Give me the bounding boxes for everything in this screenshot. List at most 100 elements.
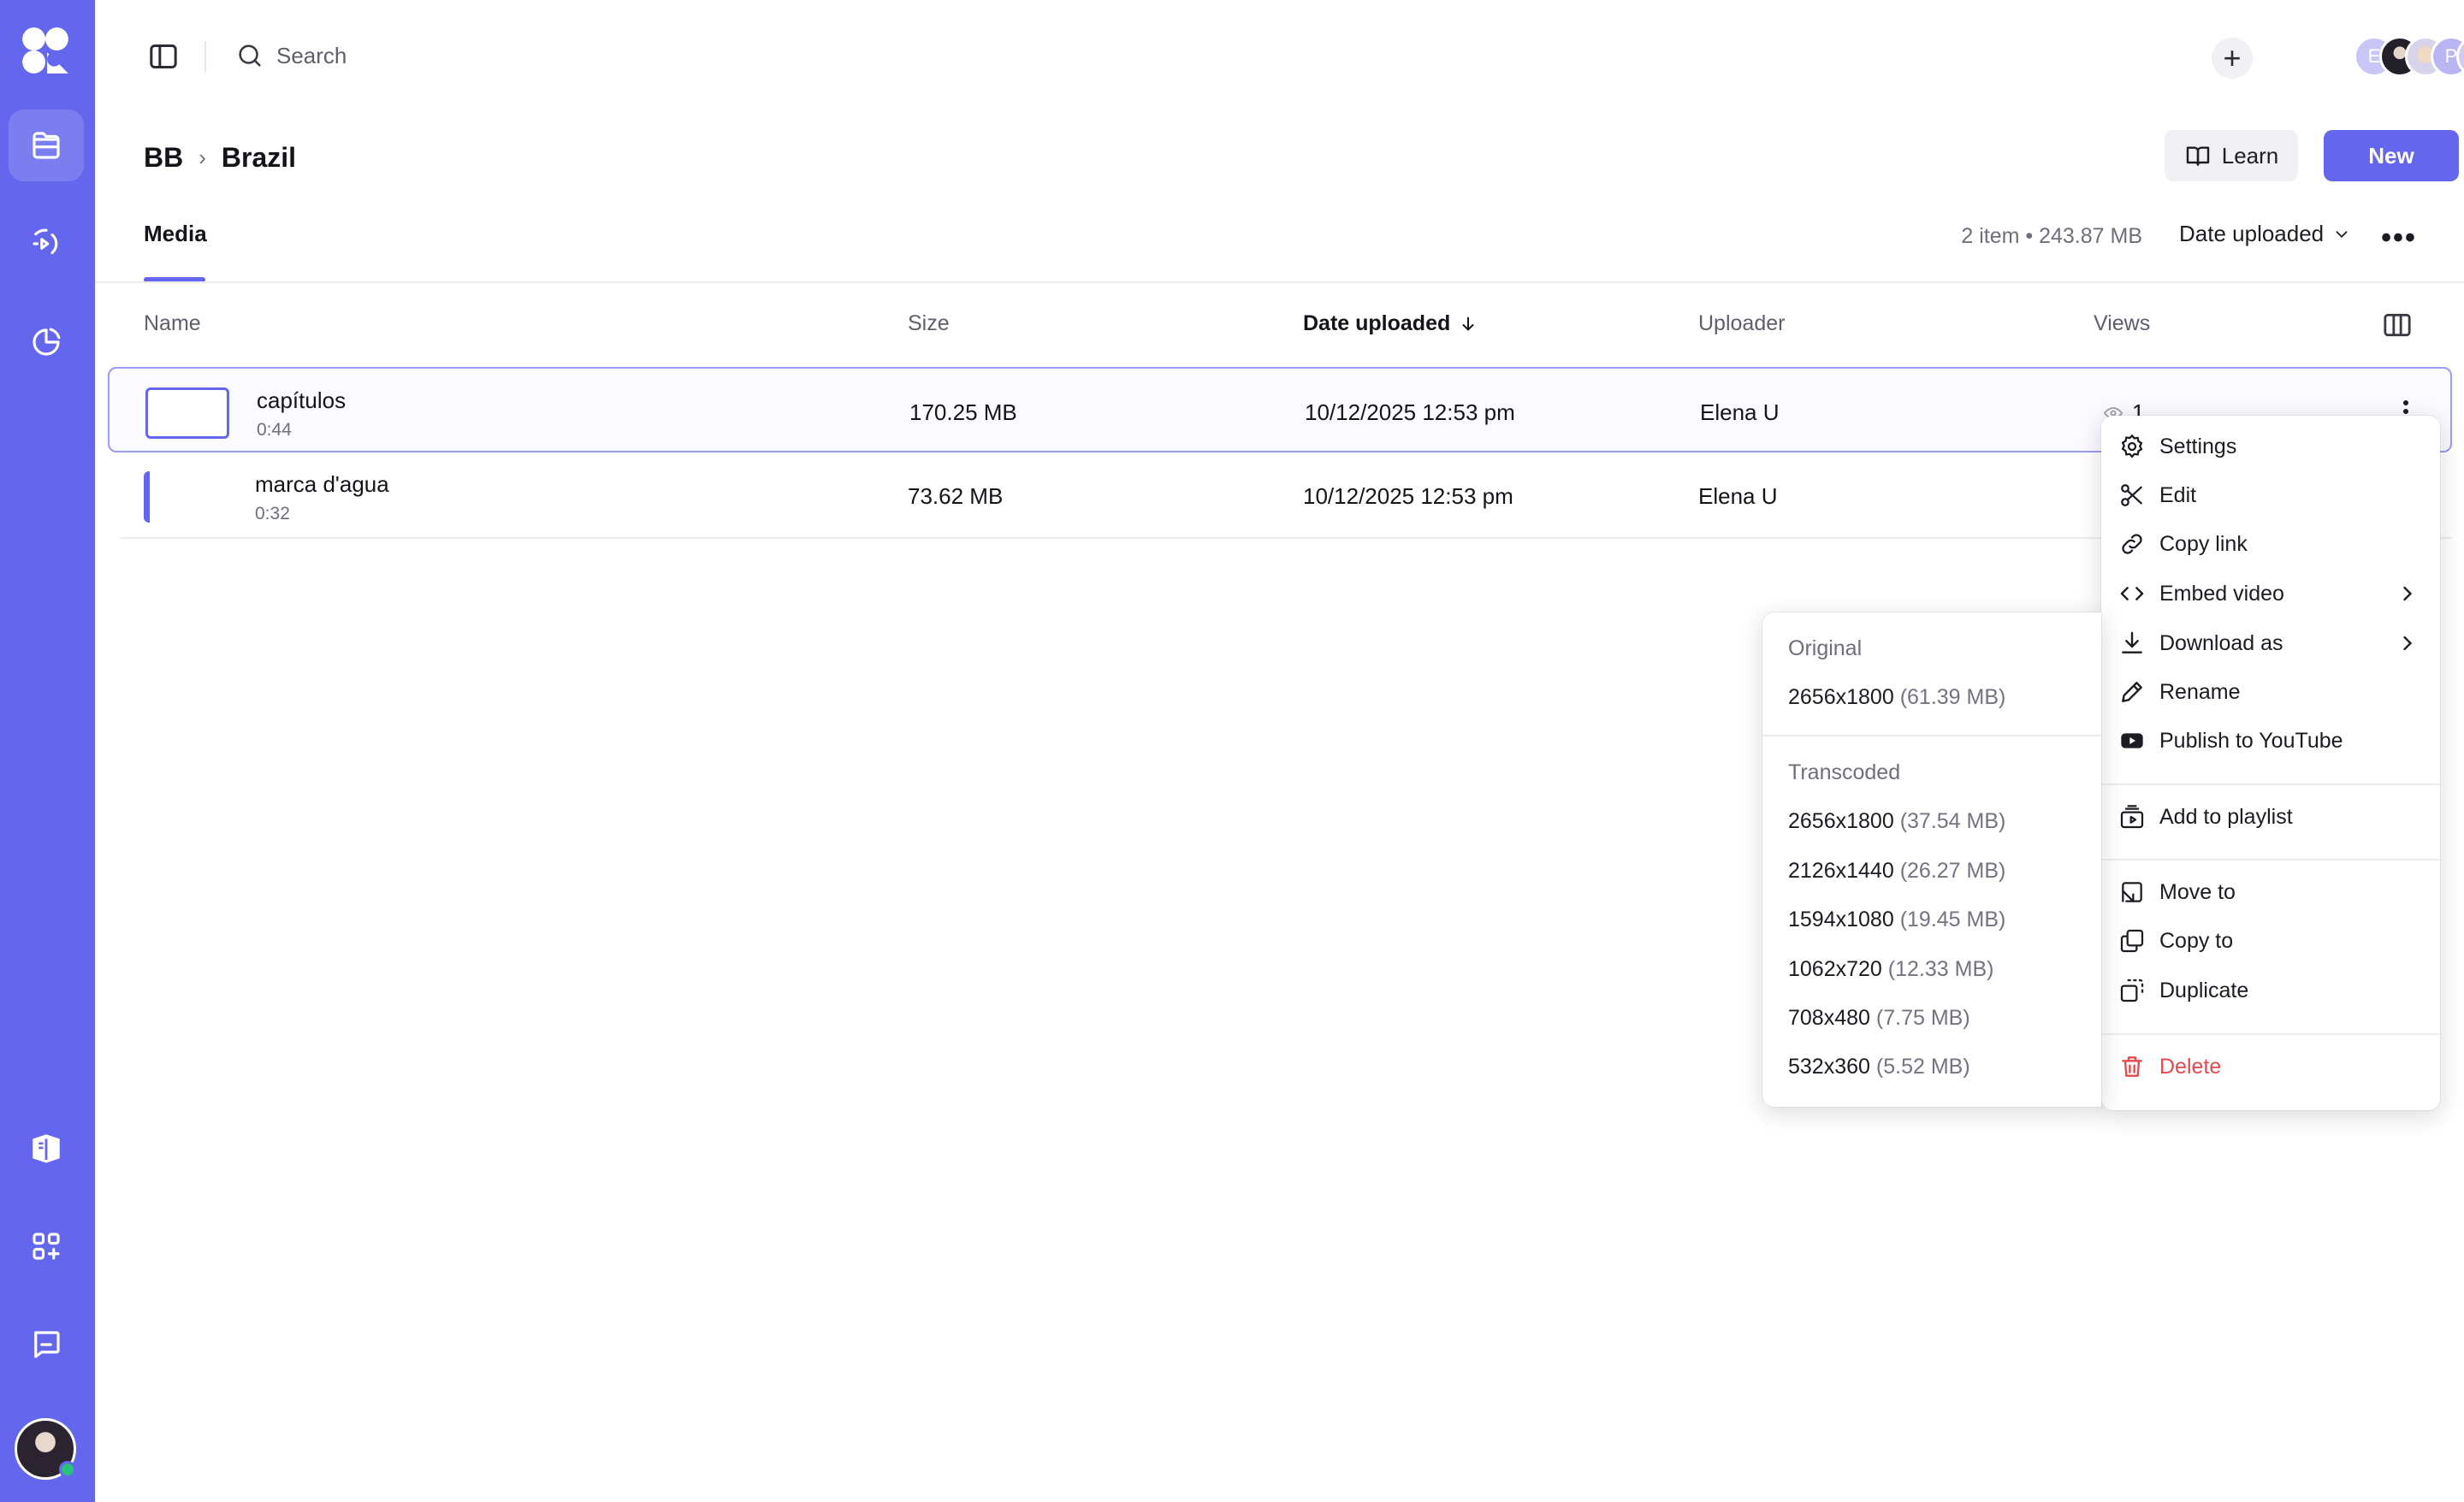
media-date: 10/12/2025 12:53 pm	[1303, 483, 1513, 509]
menu-item-settings[interactable]: Settings	[2101, 424, 2440, 469]
chevron-right-icon: ›	[198, 145, 206, 170]
breadcrumb-current: Brazil	[221, 142, 297, 173]
menu-item-add-playlist[interactable]: Add to playlist	[2101, 795, 2440, 839]
learn-button[interactable]: Learn	[2165, 130, 2298, 181]
menu-item-copy-link[interactable]: Copy link	[2101, 522, 2440, 566]
broadcast-icon	[33, 228, 58, 255]
search-icon	[239, 44, 261, 67]
tabs-divider	[95, 281, 2464, 283]
user-avatar[interactable]	[15, 1418, 76, 1480]
menu-divider	[2101, 859, 2440, 860]
menu-item-edit[interactable]: Edit	[2101, 473, 2440, 517]
book-open-icon	[2186, 146, 2209, 166]
analytics-icon	[33, 328, 61, 356]
add-button[interactable]: +	[2212, 38, 2253, 79]
rail-item-media[interactable]	[9, 109, 84, 181]
menu-item-download-as[interactable]: Download as	[2101, 621, 2440, 665]
youtube-icon	[2121, 733, 2143, 748]
menu-item-rename[interactable]: Rename	[2101, 670, 2440, 714]
submenu-heading-transcoded: Transcoded	[1788, 760, 1901, 784]
search-placeholder: Search	[276, 42, 347, 68]
new-button[interactable]: New	[2324, 130, 2459, 181]
video-thumbnail	[144, 471, 228, 523]
learn-book-icon	[33, 1134, 60, 1163]
menu-item-publish-youtube[interactable]: Publish to YouTube	[2101, 718, 2440, 763]
media-duration: 0:44	[257, 420, 292, 440]
download-option[interactable]: 2126x1440 (26.27 MB)	[1788, 859, 2005, 884]
column-header-uploader[interactable]: Uploader	[1698, 311, 1785, 336]
rail-item-broadcast[interactable]	[9, 208, 84, 280]
tab-bar: Media	[144, 221, 207, 247]
add-app-icon	[33, 1233, 60, 1260]
column-header-size[interactable]: Size	[908, 311, 950, 336]
menu-item-duplicate[interactable]: Duplicate	[2101, 968, 2440, 1013]
sidebar-toggle-icon[interactable]	[146, 39, 181, 74]
submenu-divider	[1762, 735, 2101, 736]
menu-item-delete[interactable]: Delete	[2101, 1044, 2440, 1089]
download-option[interactable]: 1062x720 (12.33 MB)	[1788, 957, 1993, 982]
media-uploader: Elena U	[1698, 483, 1778, 509]
media-library-icon	[33, 132, 60, 159]
menu-divider	[2101, 1033, 2440, 1035]
column-header-date[interactable]: Date uploaded	[1303, 311, 1478, 336]
code-icon	[2120, 587, 2144, 600]
item-count: 2 item • 243.87 MB	[1961, 224, 2142, 248]
rail-item-chat[interactable]	[9, 1309, 84, 1381]
top-divider	[204, 41, 206, 72]
logo-icon[interactable]	[19, 24, 72, 77]
top-bar: Search + E P E	[95, 0, 2464, 111]
playlist-add-icon	[2120, 805, 2144, 829]
column-header-views[interactable]: Views	[2094, 311, 2150, 336]
video-thumbnail	[145, 387, 229, 439]
media-uploader: Elena U	[1700, 399, 1780, 425]
chevron-down-icon	[2336, 230, 2348, 238]
media-size: 73.62 MB	[908, 483, 1004, 509]
online-status-dot	[59, 1461, 76, 1478]
download-submenu: Original 2656x1800 (61.39 MB) Transcoded…	[1762, 612, 2101, 1107]
duplicate-icon	[2120, 979, 2144, 1002]
download-option[interactable]: 708x480 (7.75 MB)	[1788, 1006, 1970, 1031]
sort-dropdown[interactable]: Date uploaded	[2179, 221, 2351, 247]
breadcrumb-item[interactable]: BB	[144, 142, 183, 174]
download-option[interactable]: 2656x1800 (61.39 MB)	[1788, 685, 2005, 710]
rail-item-learn[interactable]	[9, 1112, 84, 1184]
tab-media[interactable]: Media	[144, 221, 207, 246]
download-icon	[2122, 631, 2142, 653]
menu-item-move-to[interactable]: Move to	[2101, 870, 2440, 914]
menu-item-embed-video[interactable]: Embed video	[2101, 571, 2440, 616]
search-field[interactable]: Search	[235, 34, 346, 77]
chat-icon	[34, 1331, 60, 1358]
rail-item-analytics[interactable]	[9, 306, 84, 378]
media-name: capítulos	[257, 387, 346, 413]
plus-icon: +	[2223, 40, 2242, 75]
submenu-heading-original: Original	[1788, 636, 1863, 660]
chevron-right-icon	[2403, 636, 2413, 651]
copy-icon	[2120, 929, 2144, 953]
media-date: 10/12/2025 12:53 pm	[1305, 399, 1515, 425]
download-option[interactable]: 532x360 (5.52 MB)	[1788, 1055, 1970, 1079]
more-options-button[interactable]: •••	[2380, 219, 2418, 257]
download-option[interactable]: 2656x1800 (37.54 MB)	[1788, 809, 2005, 834]
columns-icon[interactable]	[2380, 308, 2414, 342]
left-rail	[0, 0, 95, 1502]
rail-item-apps[interactable]	[9, 1210, 84, 1282]
arrow-down-icon	[1462, 316, 1474, 331]
menu-divider	[2101, 784, 2440, 785]
menu-item-copy-to[interactable]: Copy to	[2101, 919, 2440, 963]
pencil-icon	[2122, 682, 2142, 702]
scissors-icon	[2121, 484, 2142, 506]
media-size: 170.25 MB	[909, 399, 1017, 425]
download-option[interactable]: 1594x1080 (19.45 MB)	[1788, 908, 2005, 932]
chevron-right-icon	[2403, 586, 2413, 601]
learn-label: Learn	[2221, 142, 2279, 169]
row-context-menu: Settings Edit Copy link Embed video Down…	[2101, 416, 2440, 1110]
sort-label: Date uploaded	[2179, 221, 2325, 246]
media-duration: 0:32	[255, 504, 290, 523]
column-header-name[interactable]: Name	[144, 311, 201, 336]
trash-icon	[2122, 1056, 2142, 1077]
new-label: New	[2368, 142, 2414, 169]
table-row[interactable]: marca d'agua 0:32 73.62 MB 10/12/2025 12…	[108, 452, 2452, 538]
breadcrumb: BB › Brazil	[144, 142, 296, 174]
table-row[interactable]: capítulos 0:44 170.25 MB 10/12/2025 12:5…	[108, 367, 2452, 452]
move-icon	[2122, 882, 2142, 902]
